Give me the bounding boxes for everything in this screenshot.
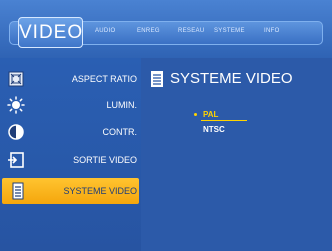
- video-system-icon: [151, 71, 163, 87]
- selected-bullet-icon: [194, 113, 197, 116]
- option-pal[interactable]: PAL: [203, 110, 218, 119]
- sidebar-item-video-system[interactable]: SYSTEME VIDEO: [2, 178, 139, 204]
- selection-underline: [201, 120, 247, 121]
- sidebar-item-brightness[interactable]: LUMIN.: [0, 92, 141, 118]
- aspect-ratio-icon: [8, 71, 24, 87]
- sidebar-item-label: SORTIE VIDEO: [73, 155, 137, 165]
- sidebar-item-label: ASPECT RATIO: [71, 74, 137, 84]
- tab-systeme[interactable]: SYSTEME: [214, 28, 245, 34]
- settings-panel: SYSTEME VIDEO PAL NTSC: [141, 58, 332, 251]
- sidebar: ASPECT RATIO LUMIN. CONTR. SORTIE VIDEO …: [0, 58, 141, 251]
- sidebar-item-label: CONTR.: [102, 127, 138, 137]
- sidebar-item-contrast[interactable]: CONTR.: [0, 119, 141, 145]
- tab-reseau[interactable]: RESEAU: [178, 28, 204, 34]
- panel-title: SYSTEME VIDEO: [170, 70, 293, 87]
- osd-screen: VIDEO AUDIO ENREG RESEAU SYSTEME INFO AS…: [0, 0, 332, 251]
- tab-info[interactable]: INFO: [264, 28, 280, 34]
- tab-enreg[interactable]: ENREG: [137, 28, 160, 34]
- tab-video[interactable]: VIDEO: [18, 17, 83, 48]
- option-ntsc[interactable]: NTSC: [203, 125, 225, 134]
- sidebar-item-label: LUMIN.: [106, 100, 137, 110]
- tab-audio[interactable]: AUDIO: [95, 28, 116, 34]
- video-output-icon: [8, 152, 24, 168]
- brightness-icon: [7, 96, 25, 114]
- video-system-icon: [12, 182, 24, 200]
- contrast-icon: [8, 124, 24, 140]
- sidebar-item-label: SYSTEME VIDEO: [63, 186, 137, 196]
- sidebar-item-aspect-ratio[interactable]: ASPECT RATIO: [0, 66, 141, 92]
- sidebar-item-video-output[interactable]: SORTIE VIDEO: [0, 147, 141, 173]
- header: VIDEO AUDIO ENREG RESEAU SYSTEME INFO: [0, 0, 332, 58]
